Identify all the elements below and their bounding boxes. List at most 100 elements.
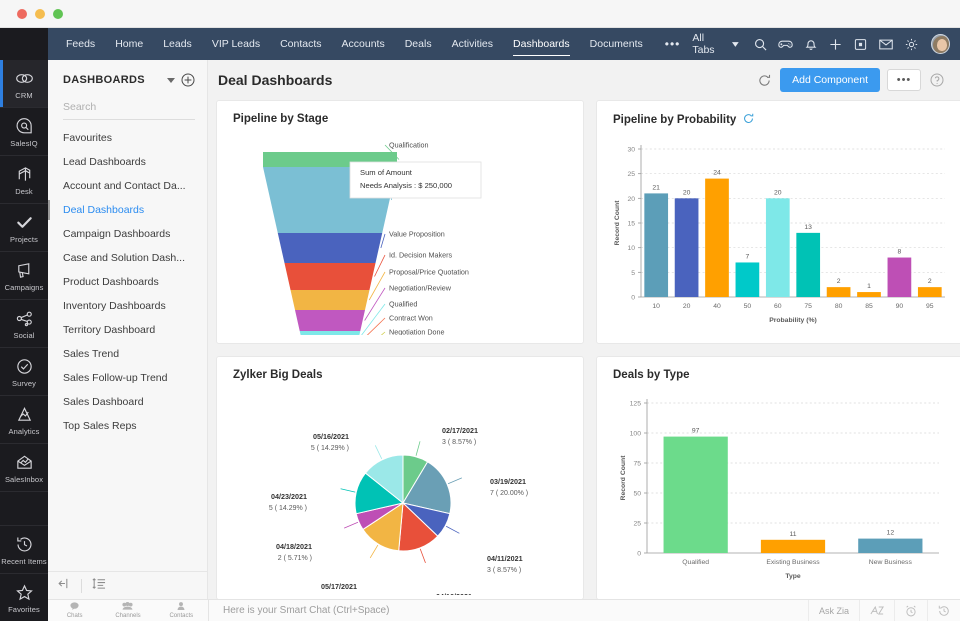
funnel-segment[interactable] xyxy=(278,233,382,263)
funnel-segment[interactable] xyxy=(291,290,370,310)
rail-item-projects[interactable]: Projects xyxy=(0,204,48,252)
sidebar-item-sales-dashboard[interactable]: Sales Dashboard xyxy=(48,390,207,414)
nav-item-home[interactable]: Home xyxy=(105,28,153,60)
add-component-button[interactable]: Add Component xyxy=(780,68,880,92)
rail-item-salesiq[interactable]: SalesIQ xyxy=(0,108,48,156)
funnel-stage-label: Id. Decision Makers xyxy=(389,251,453,260)
rail-item-label: Recent Items xyxy=(1,557,46,566)
refresh-icon[interactable] xyxy=(755,71,773,89)
funnel-segment[interactable] xyxy=(295,310,365,331)
bar[interactable] xyxy=(857,292,881,297)
rail-item-crm[interactable]: CRM xyxy=(0,60,48,108)
rail-item-label: Social xyxy=(13,331,34,340)
bar[interactable] xyxy=(827,287,851,297)
sidebar-item-campaign-dashboards[interactable]: Campaign Dashboards xyxy=(48,222,207,246)
bar[interactable] xyxy=(664,437,728,553)
all-tabs-dropdown[interactable]: All Tabs xyxy=(692,32,739,56)
chat-link-contacts[interactable]: Contacts xyxy=(155,602,208,620)
sidebar-item-top-sales-reps[interactable]: Top Sales Reps xyxy=(48,414,207,438)
sidebar-item-inventory-dashboards[interactable]: Inventory Dashboards xyxy=(48,294,207,318)
rail-item-survey[interactable]: Survey xyxy=(0,348,48,396)
funnel-stage-label: Negotiation/Review xyxy=(389,284,452,293)
nav-item-activities[interactable]: Activities xyxy=(442,28,503,60)
rail-item-campaigns[interactable]: Campaigns xyxy=(0,252,48,300)
sidebar-item-deal-dashboards[interactable]: Deal Dashboards xyxy=(48,198,207,222)
collapse-panel-icon[interactable] xyxy=(58,577,71,595)
nav-more-button[interactable]: ••• xyxy=(653,37,693,51)
history-icon[interactable] xyxy=(927,600,960,621)
card-pipeline-by-stage[interactable]: Pipeline by Stage QualificationNeeds Ana… xyxy=(216,100,584,344)
nav-item-deals[interactable]: Deals xyxy=(395,28,442,60)
y-tick-label: 0 xyxy=(631,295,635,302)
sidebar-item-sales-follow-up-trend[interactable]: Sales Follow-up Trend xyxy=(48,366,207,390)
screen-icon[interactable] xyxy=(849,28,872,60)
bar[interactable] xyxy=(705,179,729,297)
bar-value-label: 2 xyxy=(928,278,932,285)
window-titlebar xyxy=(0,0,960,28)
page-more-button[interactable]: ••• xyxy=(887,69,921,91)
pie-label-date: 04/18/2021 xyxy=(276,542,312,551)
rail-item-desk[interactable]: Desk xyxy=(0,156,48,204)
rail-item-salesinbox[interactable]: SalesInbox xyxy=(0,444,48,492)
gear-icon[interactable] xyxy=(900,28,923,60)
sidebar-item-case-and-solution-dash[interactable]: Case and Solution Dash... xyxy=(48,246,207,270)
rail-item-favorites[interactable]: Favorites xyxy=(0,573,48,621)
bell-icon[interactable] xyxy=(799,28,822,60)
plus-circle-icon[interactable] xyxy=(181,73,195,87)
zia-icon[interactable] xyxy=(859,600,894,621)
rail-item-social[interactable]: Social xyxy=(0,300,48,348)
bar[interactable] xyxy=(736,262,760,297)
bar[interactable] xyxy=(675,198,699,297)
search-input[interactable] xyxy=(63,101,195,113)
help-icon[interactable] xyxy=(928,71,946,89)
bar[interactable] xyxy=(796,233,820,297)
smart-chat-input[interactable]: Here is your Smart Chat (Ctrl+Space) xyxy=(208,600,808,621)
nav-item-documents[interactable]: Documents xyxy=(580,28,653,60)
avatar[interactable] xyxy=(931,34,950,54)
card-pipeline-by-probability[interactable]: Pipeline by Probability 0510152025302110… xyxy=(596,100,960,344)
pie-label-value: 3 ( 8.57% ) xyxy=(442,439,476,446)
window-close-button[interactable] xyxy=(17,9,27,19)
nav-item-vip-leads[interactable]: VIP Leads xyxy=(202,28,270,60)
chevron-down-icon[interactable] xyxy=(167,76,175,85)
nav-item-dashboards[interactable]: Dashboards xyxy=(503,28,580,60)
bar[interactable] xyxy=(888,258,912,297)
chat-link-channels[interactable]: Channels xyxy=(101,602,154,620)
chat-link-chats[interactable]: Chats xyxy=(48,602,101,620)
sidebar-item-account-and-contact-da[interactable]: Account and Contact Da... xyxy=(48,174,207,198)
nav-item-label: Home xyxy=(115,38,143,50)
nav-item-contacts[interactable]: Contacts xyxy=(270,28,331,60)
sort-list-icon[interactable] xyxy=(92,577,106,595)
sidebar-item-territory-dashboard[interactable]: Territory Dashboard xyxy=(48,318,207,342)
x-tick-label: 80 xyxy=(835,303,843,310)
alarm-icon[interactable] xyxy=(894,600,927,621)
mail-icon[interactable] xyxy=(874,28,897,60)
search-icon[interactable] xyxy=(749,28,772,60)
ask-zia-button[interactable]: Ask Zia xyxy=(808,600,859,621)
bar[interactable] xyxy=(858,539,922,553)
refresh-icon[interactable] xyxy=(743,113,754,127)
funnel-segment[interactable] xyxy=(300,331,361,335)
window-maximize-button[interactable] xyxy=(53,9,63,19)
funnel-stage-label: Value Proposition xyxy=(389,230,445,239)
nav-item-leads[interactable]: Leads xyxy=(153,28,202,60)
sidebar-item-sales-trend[interactable]: Sales Trend xyxy=(48,342,207,366)
sidebar-item-favourites[interactable]: Favourites xyxy=(48,126,207,150)
card-deals-by-type[interactable]: Deals by Type 025507510012597Qualified11… xyxy=(596,356,960,600)
bar[interactable] xyxy=(761,540,825,553)
nav-item-feeds[interactable]: Feeds xyxy=(56,28,105,60)
nav-item-accounts[interactable]: Accounts xyxy=(332,28,395,60)
funnel-segment[interactable] xyxy=(284,263,375,290)
plus-icon[interactable] xyxy=(824,28,847,60)
card-zylker-big-deals[interactable]: Zylker Big Deals 02/17/20213 ( 8.57% )03… xyxy=(216,356,584,600)
window-minimize-button[interactable] xyxy=(35,9,45,19)
bar[interactable] xyxy=(918,287,942,297)
rail-item-recent-items[interactable]: Recent Items xyxy=(0,525,48,573)
gamepad-icon[interactable] xyxy=(774,28,797,60)
sidebar-item-product-dashboards[interactable]: Product Dashboards xyxy=(48,270,207,294)
analytics-icon xyxy=(15,405,34,424)
bar[interactable] xyxy=(766,198,790,297)
sidebar-item-lead-dashboards[interactable]: Lead Dashboards xyxy=(48,150,207,174)
bar[interactable] xyxy=(644,193,668,297)
rail-item-analytics[interactable]: Analytics xyxy=(0,396,48,444)
